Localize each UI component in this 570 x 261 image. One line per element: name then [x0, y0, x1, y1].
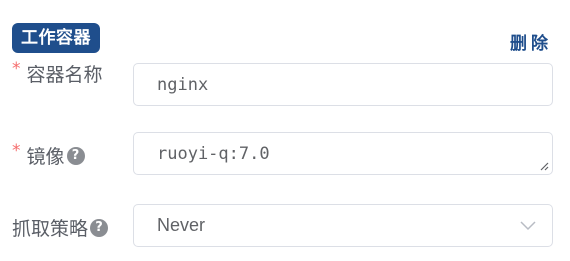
- delete-button[interactable]: 删除: [510, 29, 552, 54]
- pull-policy-value: Never: [157, 215, 206, 235]
- pull-policy-label-text: 抓取策略: [12, 218, 89, 240]
- container-name-input[interactable]: [134, 64, 552, 105]
- help-icon[interactable]: ?: [90, 218, 109, 237]
- required-mark: *: [12, 140, 21, 161]
- chevron-down-icon[interactable]: [520, 219, 536, 231]
- image-field[interactable]: ruoyi-q:7.0: [133, 132, 553, 175]
- help-icon[interactable]: ?: [66, 146, 85, 165]
- resize-handle-icon[interactable]: [539, 161, 549, 171]
- image-label-text: 镜像: [26, 146, 65, 168]
- section-badge: 工作容器: [12, 23, 100, 53]
- image-label: * 镜像 ?: [12, 140, 85, 169]
- pull-policy-label: 抓取策略 ?: [12, 214, 109, 241]
- image-input[interactable]: ruoyi-q:7.0: [134, 133, 552, 174]
- container-name-label: * 容器名称: [12, 58, 103, 87]
- pull-policy-select[interactable]: Never: [133, 204, 553, 247]
- container-name-field[interactable]: [133, 63, 553, 106]
- required-mark: *: [12, 58, 21, 79]
- container-name-label-text: 容器名称: [26, 64, 103, 86]
